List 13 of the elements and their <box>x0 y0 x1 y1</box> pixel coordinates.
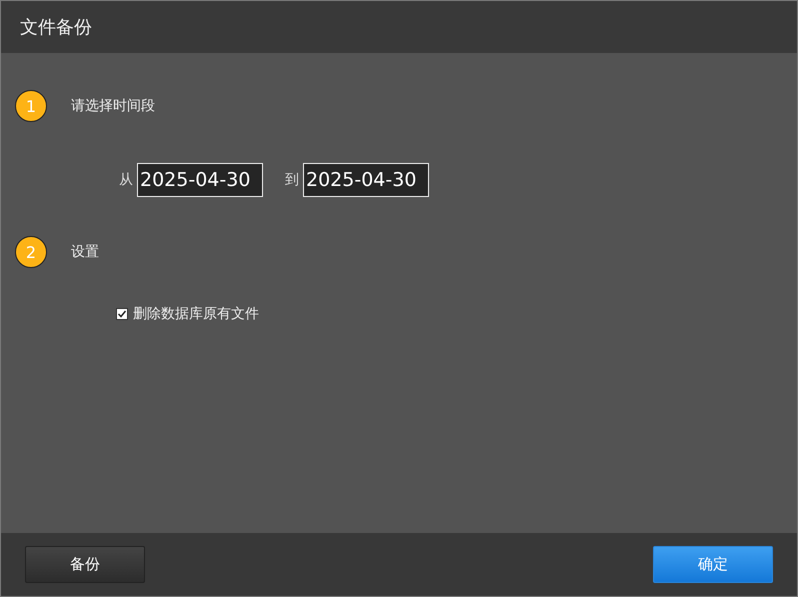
step-number: 2 <box>15 236 47 268</box>
from-label: 从 <box>119 171 133 189</box>
checkbox-label: 删除数据库原有文件 <box>133 305 259 323</box>
to-label: 到 <box>285 171 299 189</box>
step-label: 设置 <box>71 243 99 261</box>
start-date-field[interactable]: 2025-04-30 <box>137 163 263 197</box>
checkbox[interactable] <box>116 308 128 320</box>
end-date-field[interactable]: 2025-04-30 <box>303 163 429 197</box>
backup-button[interactable]: 备份 <box>25 546 145 583</box>
confirm-button[interactable]: 确定 <box>653 546 773 583</box>
window-title: 文件备份 <box>20 16 92 39</box>
step-label: 请选择时间段 <box>71 97 155 115</box>
step-number: 1 <box>15 90 47 122</box>
